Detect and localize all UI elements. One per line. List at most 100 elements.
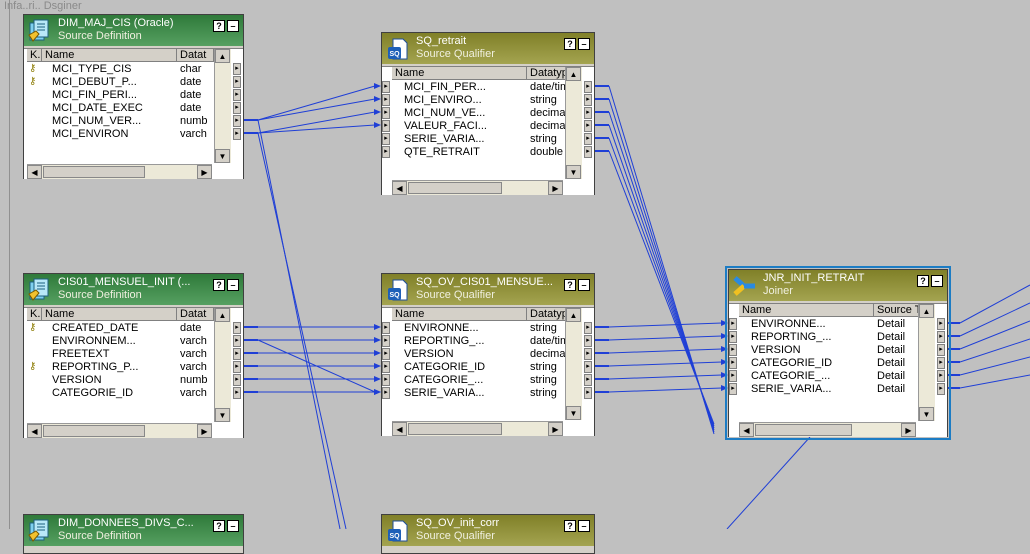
scroll-right-icon[interactable]: ▶ — [548, 422, 563, 436]
input-port[interactable]: ▸ — [729, 318, 737, 330]
transformation-header[interactable]: CIS01_MENSUEL_INIT (... Source Definition… — [24, 274, 243, 305]
transformation-dim-donnees[interactable]: DIM_DONNEES_DIVS_C... Source Definition? – — [23, 514, 244, 554]
output-port[interactable]: ▸ — [584, 348, 592, 360]
scroll-up-icon[interactable]: ▲ — [215, 49, 230, 63]
port-row[interactable]: ⚷ REPORTING_P... varch ▸ — [24, 361, 243, 373]
transformation-dim-maj-cis[interactable]: DIM_MAJ_CIS (Oracle) Source Definition? – K… — [23, 14, 244, 179]
minimize-icon[interactable]: – — [227, 520, 239, 532]
scroll-right-icon[interactable]: ▶ — [901, 423, 916, 437]
help-icon[interactable]: ? — [564, 279, 576, 291]
help-icon[interactable]: ? — [564, 38, 576, 50]
output-port[interactable]: ▸ — [584, 133, 592, 145]
output-port[interactable]: ▸ — [584, 81, 592, 93]
column-header[interactable]: K. — [27, 308, 42, 321]
output-port[interactable]: ▸ — [937, 370, 945, 382]
scroll-left-icon[interactable]: ◀ — [392, 181, 407, 195]
column-header[interactable]: Name — [392, 67, 527, 80]
scroll-left-icon[interactable]: ◀ — [27, 165, 42, 179]
output-port[interactable]: ▸ — [584, 335, 592, 347]
output-port[interactable]: ▸ — [584, 146, 592, 158]
scroll-right-icon[interactable]: ▶ — [197, 165, 212, 179]
transformation-jnr-init-retrait[interactable]: JNR_INIT_RETRAIT Joiner? – Name Source T ▸ ENV… — [725, 266, 951, 440]
input-port[interactable]: ▸ — [382, 322, 390, 334]
vertical-scrollbar[interactable]: ▲ ▼ — [214, 49, 231, 163]
scroll-thumb[interactable] — [755, 424, 852, 436]
minimize-icon[interactable]: – — [578, 279, 590, 291]
port-row[interactable]: FREETEXT varch ▸ — [24, 348, 243, 360]
port-row[interactable]: ▸ VERSION Detail ▸ — [729, 344, 947, 356]
help-icon[interactable]: ? — [213, 520, 225, 532]
output-port[interactable]: ▸ — [233, 89, 241, 101]
output-port[interactable]: ▸ — [937, 344, 945, 356]
port-row[interactable]: MCI_ENVIRON varch ▸ — [24, 128, 243, 140]
transformation-header[interactable]: SQ SQ_OV_CIS01_MENSUE... Source Qualifier?… — [382, 274, 594, 305]
input-port[interactable]: ▸ — [382, 94, 390, 106]
transformation-header[interactable]: DIM_MAJ_CIS (Oracle) Source Definition? – — [24, 15, 243, 46]
horizontal-scrollbar[interactable]: ◀ ▶ — [392, 421, 563, 436]
output-port[interactable]: ▸ — [937, 331, 945, 343]
output-port[interactable]: ▸ — [233, 322, 241, 334]
output-port[interactable]: ▸ — [584, 94, 592, 106]
scroll-down-icon[interactable]: ▼ — [919, 407, 934, 421]
output-port[interactable]: ▸ — [233, 335, 241, 347]
port-row[interactable]: ▸ CATEGORIE_... Detail ▸ — [729, 370, 947, 382]
transformation-sq-retrait[interactable]: SQ SQ_retrait Source Qualifier? – Name Dataty… — [381, 32, 595, 195]
output-port[interactable]: ▸ — [584, 374, 592, 386]
input-port[interactable]: ▸ — [382, 133, 390, 145]
output-port[interactable]: ▸ — [233, 102, 241, 114]
output-port[interactable]: ▸ — [584, 361, 592, 373]
port-row[interactable]: ▸ CATEGORIE_ID string ▸ — [382, 361, 594, 373]
port-grid[interactable]: Name Datatype ▸ ENVIRONNE... string ▸ ▸ REPORTI… — [382, 307, 594, 436]
port-row[interactable]: ▸ CATEGORIE_... string ▸ — [382, 374, 594, 386]
minimize-icon[interactable]: – — [931, 275, 943, 287]
output-port[interactable]: ▸ — [233, 348, 241, 360]
port-row[interactable]: VERSION numb ▸ — [24, 374, 243, 386]
vertical-scrollbar[interactable]: ▲ ▼ — [214, 308, 231, 422]
column-header[interactable]: Source T — [874, 304, 924, 317]
output-port[interactable]: ▸ — [233, 361, 241, 373]
port-row[interactable]: ENVIRONNEM... varch ▸ — [24, 335, 243, 347]
port-grid[interactable]: Name Source T ▸ ENVIRONNE... Detail ▸ ▸ REPORTI… — [729, 303, 947, 437]
output-port[interactable]: ▸ — [233, 374, 241, 386]
output-port[interactable]: ▸ — [233, 115, 241, 127]
vertical-scrollbar[interactable]: ▲ ▼ — [565, 67, 582, 179]
output-port[interactable]: ▸ — [233, 63, 241, 75]
input-port[interactable]: ▸ — [382, 120, 390, 132]
column-header[interactable]: Datat — [177, 49, 214, 62]
horizontal-scrollbar[interactable]: ◀ ▶ — [739, 422, 916, 437]
scroll-down-icon[interactable]: ▼ — [215, 149, 230, 163]
scroll-thumb[interactable] — [43, 425, 145, 437]
scroll-right-icon[interactable]: ▶ — [548, 181, 563, 195]
port-row[interactable]: ▸ ENVIRONNE... Detail ▸ — [729, 318, 947, 330]
minimize-icon[interactable]: – — [578, 38, 590, 50]
output-port[interactable]: ▸ — [584, 387, 592, 399]
column-header[interactable]: K. — [27, 49, 42, 62]
vertical-scrollbar[interactable]: ▲ ▼ — [565, 308, 582, 420]
transformation-cis01-mensuel[interactable]: CIS01_MENSUEL_INIT (... Source Definition… — [23, 273, 244, 438]
input-port[interactable]: ▸ — [729, 357, 737, 369]
port-row[interactable]: ⚷ MCI_DEBUT_P... date ▸ — [24, 76, 243, 88]
transformation-sq-ov-cis01[interactable]: SQ SQ_OV_CIS01_MENSUE... Source Qualifier?… — [381, 273, 595, 436]
minimize-icon[interactable]: – — [227, 279, 239, 291]
output-port[interactable]: ▸ — [233, 128, 241, 140]
port-row[interactable]: ⚷ CREATED_DATE date ▸ — [24, 322, 243, 334]
scroll-down-icon[interactable]: ▼ — [566, 406, 581, 420]
port-row[interactable]: ▸ QTE_RETRAIT double ▸ — [382, 146, 594, 158]
input-port[interactable]: ▸ — [729, 370, 737, 382]
input-port[interactable]: ▸ — [382, 387, 390, 399]
output-port[interactable]: ▸ — [233, 387, 241, 399]
vertical-scrollbar[interactable]: ▲ ▼ — [918, 304, 935, 421]
help-icon[interactable]: ? — [917, 275, 929, 287]
input-port[interactable]: ▸ — [382, 107, 390, 119]
input-port[interactable]: ▸ — [729, 331, 737, 343]
input-port[interactable]: ▸ — [382, 374, 390, 386]
column-header[interactable]: Name — [42, 49, 177, 62]
scroll-up-icon[interactable]: ▲ — [919, 304, 934, 318]
scroll-down-icon[interactable]: ▼ — [215, 408, 230, 422]
input-port[interactable]: ▸ — [382, 335, 390, 347]
port-row[interactable]: ▸ ENVIRONNE... string ▸ — [382, 322, 594, 334]
scroll-down-icon[interactable]: ▼ — [566, 165, 581, 179]
transformation-header[interactable]: JNR_INIT_RETRAIT Joiner? – — [729, 270, 947, 301]
output-port[interactable]: ▸ — [233, 76, 241, 88]
port-row[interactable]: ▸ SERIE_VARIA... string ▸ — [382, 387, 594, 399]
